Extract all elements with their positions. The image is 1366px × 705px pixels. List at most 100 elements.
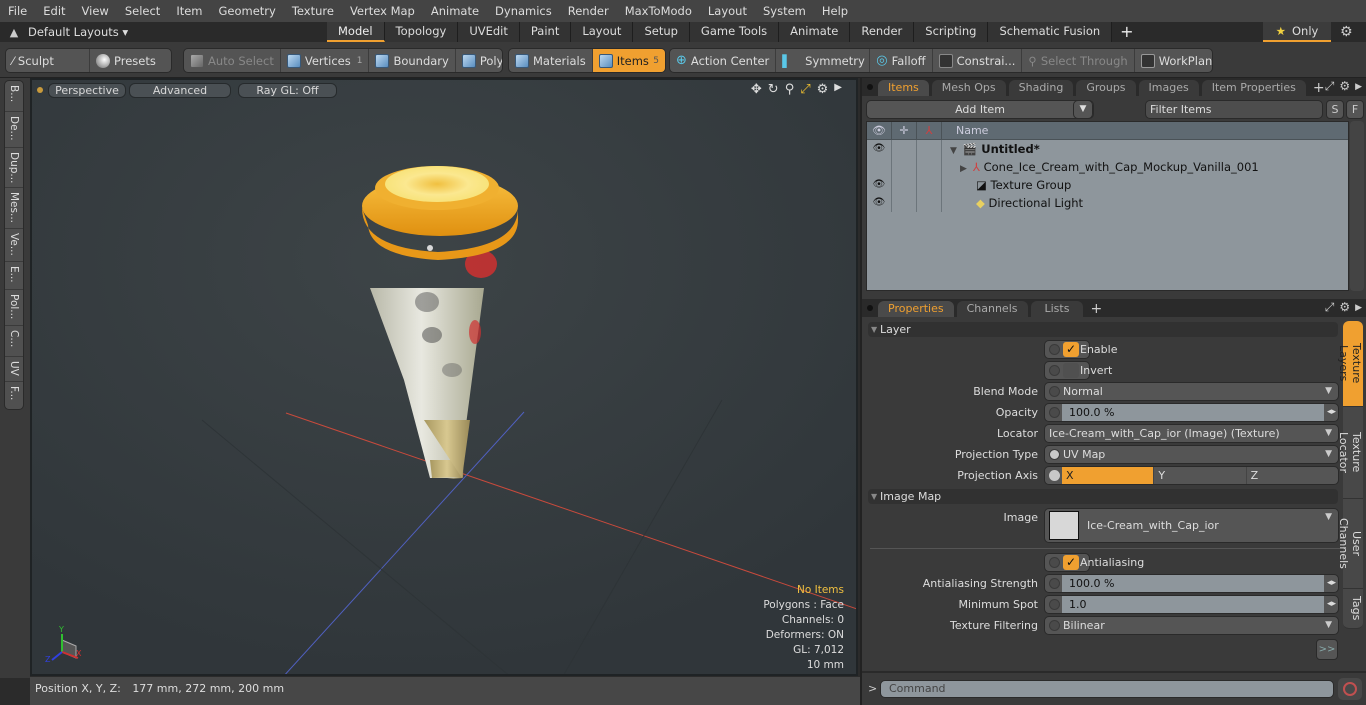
s-button[interactable]: S bbox=[1326, 100, 1344, 119]
layer-section-header[interactable]: ▼ Layer bbox=[868, 322, 1338, 337]
3d-viewport[interactable]: Y X Z Perspective Advanced Ray GL: Off ✥… bbox=[30, 78, 858, 676]
collapse-triangle-icon[interactable]: ▼ bbox=[950, 146, 957, 156]
menu-system[interactable]: System bbox=[755, 0, 814, 22]
more-button[interactable]: >> bbox=[1316, 639, 1338, 660]
tab-render[interactable]: Render bbox=[850, 22, 915, 42]
menu-help[interactable]: Help bbox=[814, 0, 856, 22]
menu-dynamics[interactable]: Dynamics bbox=[487, 0, 560, 22]
add-item-button[interactable]: Add Item bbox=[866, 100, 1094, 119]
menu-select[interactable]: Select bbox=[117, 0, 168, 22]
tree-row-texture-group[interactable]: 👁 ◪ Texture Group bbox=[867, 176, 1348, 194]
advanced-button[interactable]: Advanced bbox=[129, 83, 231, 98]
left-tab-b[interactable]: B... bbox=[5, 81, 23, 112]
tab-properties[interactable]: Properties bbox=[878, 301, 954, 317]
lock-column-icon[interactable]: ✛ bbox=[892, 122, 917, 139]
viewport-gear-icon[interactable]: ⚙ bbox=[817, 82, 829, 97]
locator-dropdown[interactable]: Ice-Cream_with_Cap_ior (Image) (Texture)… bbox=[1044, 424, 1339, 443]
menu-vertex-map[interactable]: Vertex Map bbox=[342, 0, 423, 22]
only-toggle[interactable]: ★ Only bbox=[1263, 22, 1331, 42]
filter-items-input[interactable]: Filter Items bbox=[1145, 100, 1323, 119]
add-item-dropdown-arrow[interactable]: ▼ bbox=[1073, 100, 1093, 119]
add-properties-tab-button[interactable]: + bbox=[1086, 301, 1106, 317]
left-tab-dup[interactable]: Dup... bbox=[5, 148, 23, 188]
workplane-button[interactable]: WorkPlane bbox=[1135, 49, 1212, 72]
symmetry-button[interactable]: ▌ Symmetry bbox=[776, 49, 871, 72]
projection-type-dropdown[interactable]: UV Map ▼ bbox=[1044, 445, 1339, 464]
tree-row-mesh[interactable]: ▶ ⅄ Cone_Ice_Cream_with_Cap_Mockup_Vanill… bbox=[867, 158, 1348, 176]
image-dropdown[interactable]: Ice-Cream_with_Cap_ior ▼ bbox=[1044, 508, 1339, 543]
eye-icon[interactable]: 👁 bbox=[867, 140, 892, 158]
menu-render[interactable]: Render bbox=[560, 0, 617, 22]
zoom-icon[interactable]: ⚲ bbox=[785, 82, 795, 97]
left-tab-mes[interactable]: Mes... bbox=[5, 188, 23, 229]
tree-row-directional-light[interactable]: 👁 ◆ Directional Light bbox=[867, 194, 1348, 212]
action-center-button[interactable]: ⊕ Action Center bbox=[670, 49, 777, 72]
tab-items[interactable]: Items bbox=[878, 80, 929, 96]
tab-lists[interactable]: Lists bbox=[1030, 301, 1084, 317]
perspective-button[interactable]: Perspective bbox=[48, 83, 126, 98]
visibility-column-icon[interactable]: 👁 bbox=[867, 122, 892, 139]
name-column-header[interactable]: Name bbox=[942, 122, 988, 139]
pan-icon[interactable]: ✥ bbox=[751, 82, 762, 97]
left-tab-e[interactable]: E... bbox=[5, 262, 23, 290]
viewport-menu-arrow-icon[interactable]: ▶ bbox=[834, 82, 842, 97]
menu-animate[interactable]: Animate bbox=[423, 0, 487, 22]
add-tab-button[interactable]: + bbox=[1112, 22, 1141, 42]
menu-view[interactable]: View bbox=[74, 0, 117, 22]
eye-icon[interactable]: 👁 bbox=[867, 176, 892, 194]
tab-animate[interactable]: Animate bbox=[779, 22, 851, 42]
side-tab-texture-locator[interactable]: Texture Locator bbox=[1337, 407, 1363, 499]
raygl-button[interactable]: Ray GL: Off bbox=[238, 83, 337, 98]
tab-layout[interactable]: Layout bbox=[571, 22, 634, 42]
boundary-button[interactable]: Boundary bbox=[369, 49, 456, 72]
gear-icon[interactable]: ⚙ bbox=[1340, 24, 1353, 40]
tab-groups[interactable]: Groups bbox=[1076, 80, 1136, 96]
tab-scripting[interactable]: Scripting bbox=[914, 22, 989, 42]
tab-channels[interactable]: Channels bbox=[956, 301, 1028, 317]
tab-uvedit[interactable]: UVEdit bbox=[458, 22, 520, 42]
tab-model[interactable]: Model bbox=[327, 22, 385, 42]
vertices-button[interactable]: Vertices 1 bbox=[281, 49, 370, 72]
slider-arrows-icon[interactable]: ◂▸ bbox=[1327, 575, 1336, 592]
blend-mode-dropdown[interactable]: Normal ▼ bbox=[1044, 382, 1339, 401]
presets-button[interactable]: Presets bbox=[90, 49, 162, 72]
select-through-button[interactable]: ⚲ Select Through bbox=[1022, 49, 1135, 72]
menu-maxtomodo[interactable]: MaxToModo bbox=[617, 0, 700, 22]
collapse-up-icon[interactable]: ▲ bbox=[0, 26, 28, 39]
menu-geometry[interactable]: Geometry bbox=[211, 0, 284, 22]
expand-icon[interactable]: ⤢ bbox=[1325, 300, 1335, 316]
tab-paint[interactable]: Paint bbox=[519, 22, 572, 42]
rotate-icon[interactable]: ↻ bbox=[768, 82, 779, 97]
items-button[interactable]: Items 5 bbox=[592, 49, 665, 72]
slider-arrows-icon[interactable]: ◂▸ bbox=[1327, 404, 1336, 421]
maximize-icon[interactable]: ⤢ bbox=[800, 82, 810, 97]
axis-x-option[interactable]: X bbox=[1062, 467, 1155, 484]
menu-texture[interactable]: Texture bbox=[284, 0, 342, 22]
type-column-icon[interactable]: ⅄ bbox=[917, 122, 942, 139]
tab-images[interactable]: Images bbox=[1138, 80, 1199, 96]
sculpt-button[interactable]: ⁄ Sculpt bbox=[6, 49, 90, 72]
left-tab-c[interactable]: C... bbox=[5, 326, 23, 357]
texture-filtering-dropdown[interactable]: Bilinear ▼ bbox=[1044, 616, 1339, 635]
expand-icon[interactable]: ⤢ bbox=[1325, 79, 1335, 95]
tab-item-properties[interactable]: Item Properties bbox=[1201, 80, 1306, 96]
left-tab-de[interactable]: De... bbox=[5, 112, 23, 148]
panel-gear-icon[interactable]: ⚙ bbox=[1339, 79, 1350, 95]
tree-vertical-scrollbar[interactable] bbox=[1350, 121, 1364, 291]
tab-game-tools[interactable]: Game Tools bbox=[689, 22, 780, 42]
menu-item[interactable]: Item bbox=[168, 0, 210, 22]
tab-setup[interactable]: Setup bbox=[633, 22, 690, 42]
tab-mesh-ops[interactable]: Mesh Ops bbox=[931, 80, 1006, 96]
aa-strength-field[interactable]: 100.0 % ◂▸ bbox=[1044, 574, 1339, 593]
properties-gear-icon[interactable]: ⚙ bbox=[1339, 300, 1350, 316]
left-tab-f[interactable]: F... bbox=[5, 382, 23, 410]
side-tab-texture-layers[interactable]: Texture Layers bbox=[1337, 321, 1363, 407]
left-tab-ve[interactable]: Ve... bbox=[5, 229, 23, 262]
default-layouts-dropdown[interactable]: Default Layouts ▾ bbox=[28, 25, 328, 39]
materials-button[interactable]: Materials bbox=[509, 49, 593, 72]
f-button[interactable]: F bbox=[1346, 100, 1364, 119]
tree-row-untitled[interactable]: 👁 ▼ 🎬 Untitled* bbox=[867, 140, 1348, 158]
side-tab-tags[interactable]: Tags bbox=[1343, 589, 1363, 629]
axis-z-option[interactable]: Z bbox=[1247, 467, 1338, 484]
tab-topology[interactable]: Topology bbox=[384, 22, 459, 42]
